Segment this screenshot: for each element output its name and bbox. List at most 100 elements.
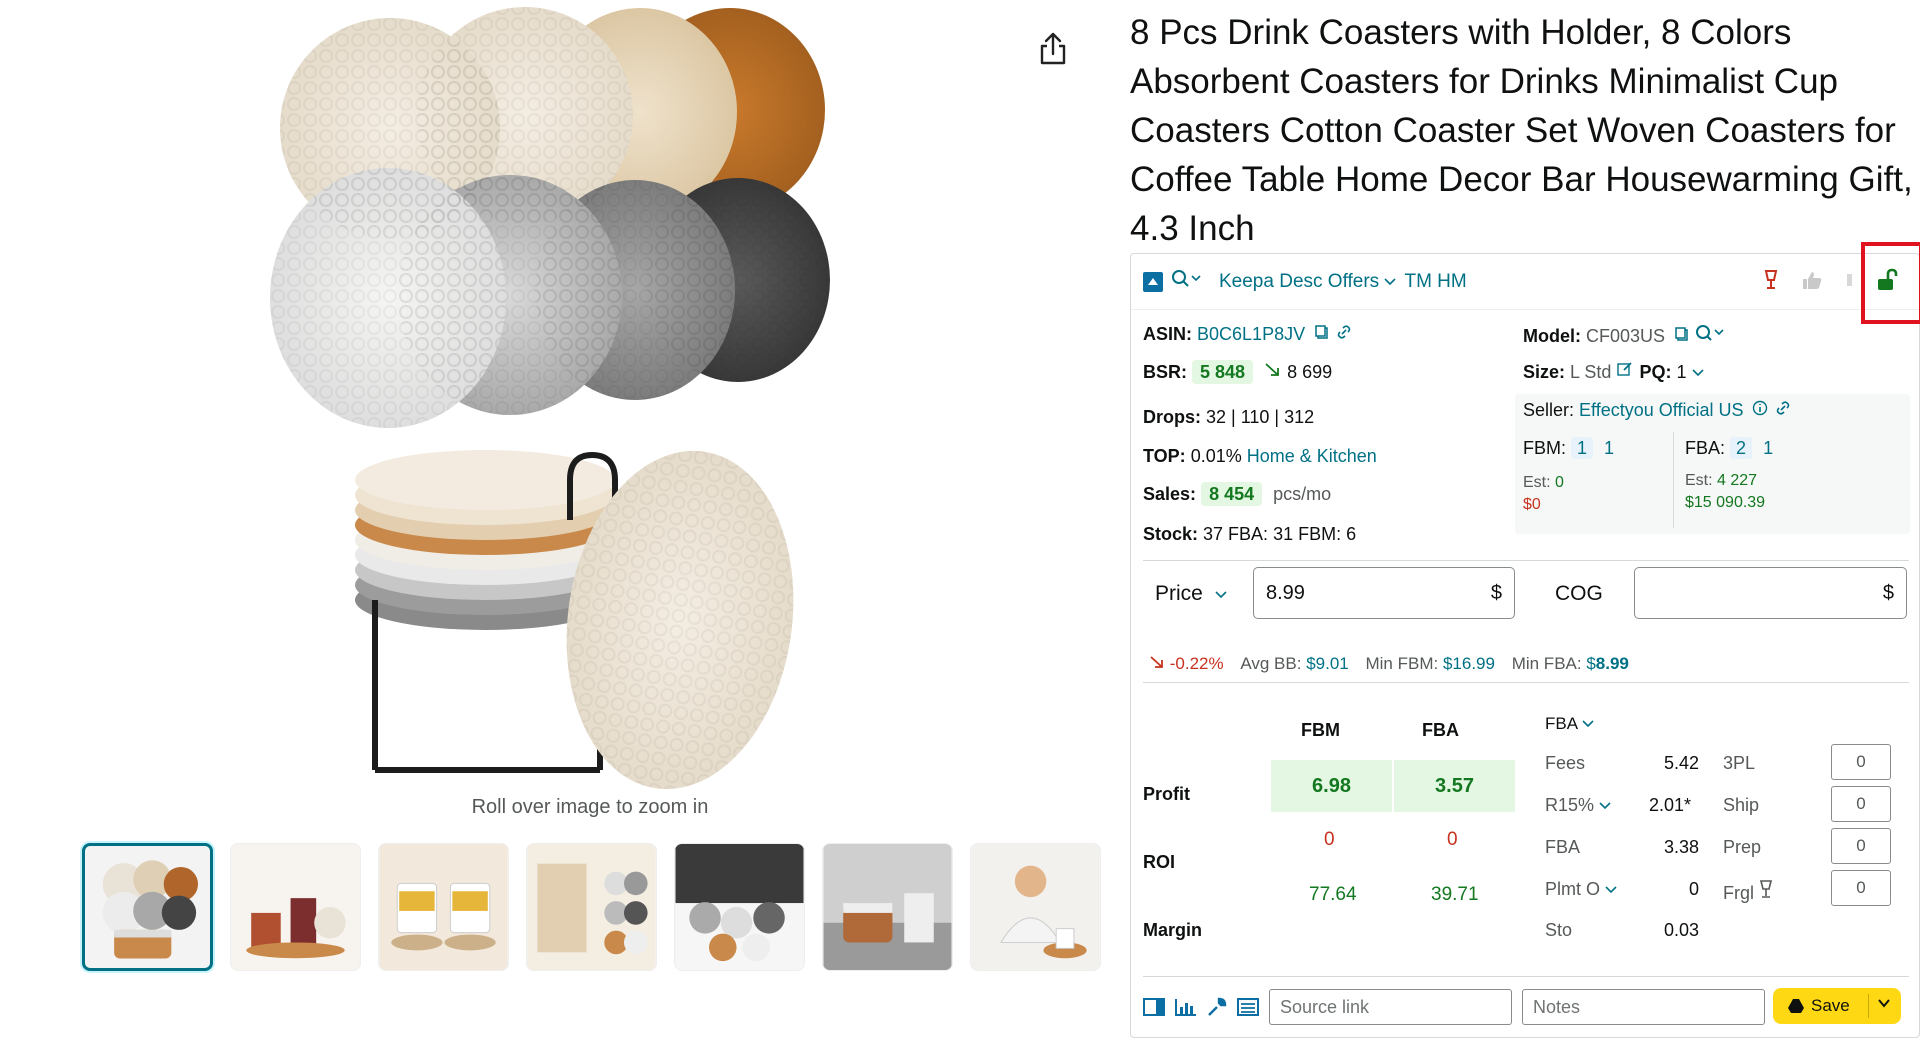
coaster-cluster-image [270, 7, 830, 428]
stock-label: Stock: [1143, 524, 1199, 544]
fee-mode-dropdown[interactable]: FBA [1545, 714, 1594, 734]
copy-icon[interactable] [1314, 324, 1330, 340]
top-label: TOP: [1143, 446, 1186, 466]
cog-currency: $ [1882, 581, 1894, 604]
divider [1143, 560, 1909, 561]
prep-input[interactable]: 0 [1831, 828, 1891, 864]
thumbnail-7[interactable] [970, 843, 1101, 971]
placement-fee-dropdown[interactable]: Plmt O [1545, 879, 1617, 900]
search-icon[interactable] [1695, 324, 1725, 342]
top-category-link[interactable]: Home & Kitchen [1247, 446, 1377, 466]
drops-row: Drops: 32 | 110 | 312 [1143, 407, 1314, 428]
fba-est-money: $15 090.39 [1685, 494, 1766, 511]
chevron-down-icon [1599, 802, 1611, 810]
thumbnail-1[interactable] [82, 843, 213, 971]
thumbnail-4[interactable] [526, 843, 657, 971]
chevron-down-icon[interactable] [1877, 996, 1891, 1010]
keepa-menu-dropdown[interactable]: Keepa Desc Offers [1219, 271, 1397, 293]
fba-offer-count[interactable]: 2 [1730, 437, 1753, 459]
price-change: -0.22% [1169, 654, 1224, 673]
min-fbm-value[interactable]: $16.99 [1443, 654, 1495, 673]
ship-input[interactable]: 0 [1831, 786, 1891, 822]
fee-label-fragile-text: Frgl [1723, 883, 1754, 903]
chevron-down-icon [1582, 720, 1594, 728]
asin-link[interactable]: B0C6L1P8JV [1197, 324, 1305, 344]
save-button[interactable]: Save [1773, 988, 1901, 1024]
chevron-down-icon [1384, 277, 1397, 285]
seller-row: Seller: Effectyou Official US [1523, 400, 1792, 421]
thumbnail-6[interactable] [822, 843, 953, 971]
bsr-value: 5 848 [1192, 360, 1254, 384]
profit-fba: 3.57 [1394, 760, 1515, 812]
size-row: Size: L Std PQ: 1 [1523, 360, 1704, 383]
roi-fba: 0 [1447, 829, 1458, 850]
pq-value[interactable]: 1 [1676, 362, 1686, 382]
seller-divider [1673, 432, 1674, 528]
source-link-input[interactable]: Source link [1269, 989, 1512, 1025]
roi-fbm: 0 [1324, 829, 1335, 850]
fba-offer-count-2[interactable]: 1 [1763, 438, 1773, 458]
fba-est-label: Est: [1685, 472, 1713, 489]
price-input-value: 8.99 [1266, 581, 1305, 604]
price-mode-dropdown[interactable]: Price [1155, 582, 1227, 606]
seller-link[interactable]: Effectyou Official US [1579, 400, 1743, 420]
top-percent: 0.01% [1190, 446, 1242, 466]
thumbnail-3[interactable] [378, 843, 509, 971]
fee-value-storage: 0.03 [1664, 920, 1700, 940]
thumbs-up-icon[interactable] [1801, 270, 1823, 295]
3pl-input[interactable]: 0 [1831, 744, 1891, 780]
thumbnail-5[interactable] [674, 843, 805, 971]
thumbnail-2[interactable] [230, 843, 361, 971]
model-row: Model: CF003US [1523, 324, 1725, 347]
tm-hm-link[interactable]: TM HM [1404, 271, 1466, 293]
sales-label: Sales: [1143, 484, 1197, 504]
notes-input[interactable]: Notes [1522, 989, 1765, 1025]
link-icon[interactable] [1335, 324, 1353, 340]
cog-input[interactable]: $ [1634, 567, 1907, 619]
fbm-offer-count[interactable]: 1 [1571, 437, 1594, 459]
avg-bb-value[interactable]: $9.01 [1306, 654, 1349, 673]
wrench-icon[interactable] [1207, 997, 1227, 1017]
lamp-icon[interactable] [1763, 269, 1779, 296]
referral-fee-dropdown[interactable]: R15% [1545, 795, 1611, 816]
info-icon[interactable] [1752, 400, 1768, 416]
fragile-icon [1759, 880, 1773, 898]
margin-label: Margin [1143, 920, 1203, 940]
cog-label: COG [1555, 582, 1603, 605]
drops-label: Drops: [1143, 407, 1201, 427]
fee-label-3pl: 3PL [1723, 753, 1756, 773]
share-icon[interactable] [1038, 32, 1068, 66]
main-product-image[interactable] [270, 0, 910, 790]
fee-value-placement: 0 [1689, 879, 1700, 899]
collapse-icon[interactable] [1143, 271, 1163, 292]
coaster-holder-image [355, 450, 794, 790]
fbm-est-money: $0 [1523, 496, 1541, 513]
profit-fbm: 6.98 [1271, 760, 1392, 812]
link-icon[interactable] [1774, 400, 1792, 416]
roi-label: ROI [1143, 852, 1176, 872]
chart-icon[interactable] [1175, 998, 1197, 1016]
chevron-down-icon[interactable] [1691, 368, 1704, 378]
price-label: Price [1155, 582, 1203, 605]
keepa-toolbar: Keepa Desc Offers TM HM [1131, 242, 1920, 324]
asin-label: ASIN: [1143, 324, 1192, 344]
sales-value: 8 454 [1201, 482, 1263, 506]
size-value: L Std [1570, 362, 1612, 382]
bsr-row: BSR: 5 848 8 699 [1143, 360, 1333, 384]
fragile-input[interactable]: 0 [1831, 870, 1891, 906]
keepa-bottom-bar: Source link Notes Save [1131, 976, 1919, 1038]
copy-icon[interactable] [1674, 326, 1690, 342]
fbm-offer-count-2[interactable]: 1 [1604, 438, 1614, 458]
search-menu-icon[interactable] [1171, 269, 1201, 295]
fee-value-fees: 5.42 [1664, 753, 1700, 773]
list-icon[interactable] [1237, 998, 1259, 1016]
thumbs-down-icon[interactable] [1845, 270, 1853, 295]
col-fba-header: FBA [1422, 720, 1459, 740]
sidebar-toggle-icon[interactable] [1143, 998, 1165, 1016]
edit-icon[interactable] [1616, 360, 1634, 378]
price-input[interactable]: 8.99 $ [1253, 567, 1515, 619]
min-fba-currency[interactable]: $ [1586, 654, 1595, 673]
save-divider [1868, 994, 1869, 1018]
bsr-previous: 8 699 [1287, 362, 1333, 382]
min-fba-value[interactable]: 8.99 [1596, 654, 1629, 673]
